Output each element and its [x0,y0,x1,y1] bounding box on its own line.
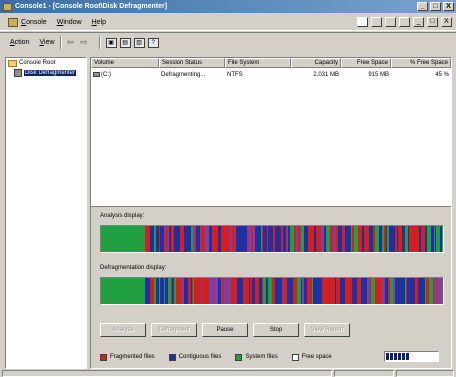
system-swatch-icon [235,353,243,361]
action-menu[interactable]: Action [10,39,29,46]
defrag-display-label: Defragmentation display: [100,265,167,271]
legend-contiguous: Contiguous files [168,353,222,361]
status-pane-1 [2,370,332,377]
tree-item-label: Disk Defragmenter [24,70,77,76]
up-level-icon[interactable]: ▣ [105,37,117,48]
progress-block [386,353,389,360]
contiguous-swatch-icon [168,353,176,361]
view-menu[interactable]: View [39,39,54,46]
menubar-right-tools: _ □ X [357,17,452,27]
defrag-panel: Analysis display: Defragmentation displa… [91,206,451,368]
legend-label: Free space [301,354,332,360]
forward-arrow-icon[interactable]: ⇨ [80,37,88,48]
status-bar [0,370,456,377]
new-document-icon[interactable] [357,17,368,27]
progress-block [394,353,397,360]
column-free-space[interactable]: Free Space [341,58,391,68]
defrag-progress-bar [384,351,439,362]
maximize-button[interactable]: □ [430,2,441,11]
volume-name: (C:) [101,72,111,78]
system-files-segment [101,278,145,304]
session-status-cell: Defragmenting... [161,72,206,78]
title-bar[interactable]: Console1 - [Console Root\Disk Defragment… [0,0,456,13]
console-icon [3,2,12,11]
menu-help[interactable]: Help [92,19,106,26]
progress-block [390,353,393,360]
menu-console[interactable]: Console [21,19,47,26]
cluster-segment [440,278,443,304]
column-pct-free-space[interactable]: % Free Space [391,58,451,68]
pct-free-cell: 45 % [435,72,449,78]
view-report-button[interactable]: View Report [304,323,350,337]
capacity-cell: 2,031 MB [313,72,339,78]
progress-block [398,353,401,360]
volume-cell: (C:) [91,70,159,80]
legend-label: Fragmented files [110,354,155,360]
new-window-icon[interactable] [399,17,410,27]
details-pane: Volume Session Status File System Capaci… [90,57,452,369]
properties-icon[interactable]: ▥ [133,37,145,48]
column-capacity[interactable]: Capacity [291,58,341,68]
defrag-display-band [100,277,444,305]
console-menu-icon[interactable] [8,17,18,27]
column-session-status[interactable]: Session Status [159,58,225,68]
cluster-segment [442,226,443,252]
table-row[interactable]: (C:) Defragmenting... NTFS 2,031 MB 915 … [91,70,451,80]
back-arrow-icon[interactable]: ⇦ [67,37,75,48]
toolbar-separator [59,36,62,49]
disk-defragmenter-icon [14,69,22,77]
system-files-segment [101,226,145,252]
fragmented-swatch-icon [100,353,107,361]
status-pane-3 [396,370,454,377]
show-tree-icon[interactable]: ▤ [119,37,131,48]
legend-system: System files [235,353,278,361]
mmc-window: Console1 - [Console Root\Disk Defragment… [0,0,456,377]
close-button[interactable]: X [443,2,454,11]
legend: Fragmented files Contiguous files System… [100,350,444,364]
pause-button[interactable]: Pause [202,323,248,337]
stop-button[interactable]: Stop [253,323,299,337]
save-icon[interactable] [385,17,396,27]
status-pane-2 [334,370,394,377]
window-title: Console1 - [Console Root\Disk Defragment… [15,3,168,10]
child-minimize-button[interactable]: _ [413,17,424,27]
legend-free: Free space [291,353,332,361]
menu-bar: Console Window Help _ □ X [0,14,456,31]
column-volume[interactable]: Volume [91,58,159,68]
toolbar: Action View ⇦ ⇨ ▣ ▤ ▥ ? [0,32,456,52]
legend-label: System files [245,354,278,360]
console-tree: Console Root Disk Defragmenter [5,57,87,369]
defragment-button[interactable]: Defragment [151,323,197,337]
hard-drive-icon [93,71,100,77]
toolbar-separator-2 [98,36,101,49]
progress-block [406,353,409,360]
open-folder-icon[interactable] [371,17,382,27]
child-maximize-button[interactable]: □ [427,17,438,27]
folder-icon [8,59,17,67]
tree-item-console-root[interactable]: Console Root [6,58,86,68]
tree-item-disk-defragmenter[interactable]: Disk Defragmenter [6,68,86,78]
analysis-display-band [100,225,444,253]
analysis-display-label: Analysis display: [100,213,145,219]
child-close-button[interactable]: X [441,17,452,27]
legend-fragmented: Fragmented files [100,353,155,361]
free-space-swatch-icon [291,353,299,361]
progress-block [402,353,405,360]
tree-item-label: Console Root [19,60,56,66]
help-icon[interactable]: ? [147,37,159,48]
volume-list-header: Volume Session Status File System Capaci… [91,58,451,68]
minimize-button[interactable]: _ [417,2,428,11]
legend-label: Contiguous files [178,354,222,360]
file-system-cell: NTFS [227,72,243,78]
analyze-button[interactable]: Analyze [100,323,146,337]
free-space-cell: 915 MB [368,72,389,78]
column-file-system[interactable]: File System [225,58,291,68]
menu-window[interactable]: Window [57,19,82,26]
